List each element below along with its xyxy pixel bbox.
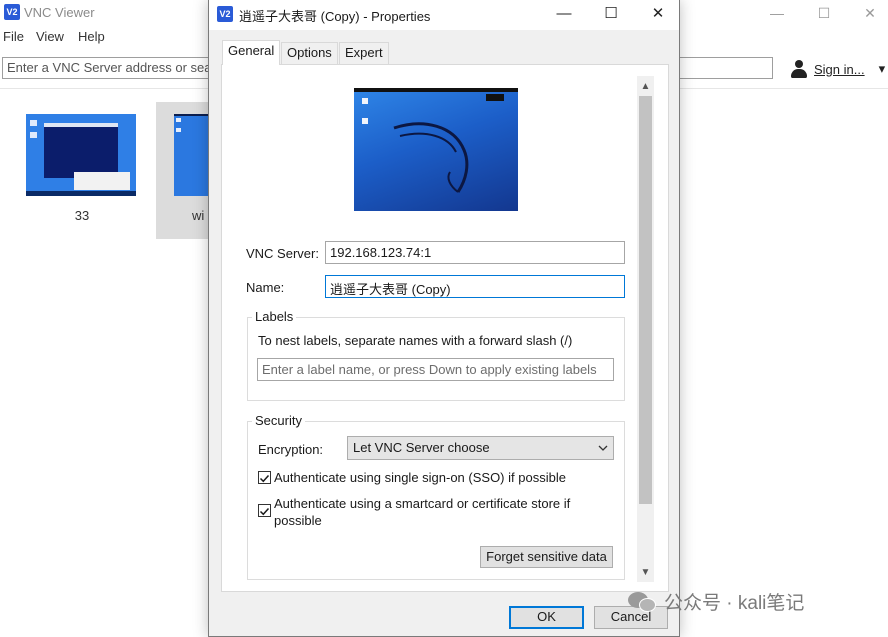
- sso-checkbox-label: Authenticate using single sign-on (SSO) …: [274, 470, 566, 485]
- scroll-up-icon[interactable]: ▲: [637, 78, 654, 95]
- chevron-down-icon: ▾: [878, 61, 886, 76]
- connection-card[interactable]: 33: [20, 104, 144, 234]
- desktop-screenshot-icon: [26, 114, 136, 196]
- desktop-preview-image: [354, 88, 518, 211]
- chevron-down-icon: [598, 445, 608, 451]
- kali-desktop-icon: [354, 88, 518, 193]
- name-label: Name:: [246, 280, 285, 295]
- vnc-server-label: VNC Server:: [246, 246, 319, 261]
- dialog-scrollbar[interactable]: ▲ ▼: [637, 76, 654, 582]
- ok-button[interactable]: OK: [509, 606, 584, 629]
- labels-hint: To nest labels, separate names with a fo…: [258, 333, 573, 348]
- close-icon[interactable]: ✕: [645, 3, 671, 25]
- maximize-icon[interactable]: ☐: [814, 3, 834, 23]
- connection-label: 33: [74, 208, 90, 223]
- vnc-logo-icon: V2: [217, 6, 233, 22]
- dialog-titlebar: V2 逍遥子大表哥 (Copy) - Properties — ☐ ✕: [209, 0, 679, 30]
- close-icon[interactable]: ✕: [860, 3, 880, 23]
- menu-help[interactable]: Help: [78, 29, 105, 44]
- checkmark-icon: [259, 474, 270, 483]
- sso-checkbox[interactable]: [258, 471, 271, 484]
- encryption-value: Let VNC Server choose: [353, 440, 490, 455]
- vnc-logo-icon: V2: [4, 4, 20, 20]
- minimize-icon[interactable]: —: [767, 3, 787, 23]
- connection-thumbnail: [26, 114, 136, 196]
- security-group-title: Security: [252, 413, 305, 428]
- smartcard-checkbox[interactable]: [258, 504, 271, 517]
- dialog-title: 逍遥子大表哥 (Copy) - Properties: [239, 9, 431, 24]
- scroll-thumb[interactable]: [639, 96, 652, 504]
- watermark: 公众号 · kali笔记: [628, 588, 804, 615]
- sign-in-label: Sign in...: [814, 61, 865, 77]
- sign-in-button[interactable]: Sign in... ▾: [790, 58, 885, 80]
- label-input[interactable]: Enter a label name, or press Down to app…: [257, 358, 614, 381]
- person-icon: [790, 60, 808, 78]
- name-input[interactable]: 逍遥子大表哥 (Copy): [325, 275, 625, 298]
- smartcard-checkbox-label: Authenticate using a smartcard or certif…: [274, 496, 571, 528]
- tab-expert[interactable]: Expert: [339, 42, 389, 64]
- labels-group-title: Labels: [252, 309, 297, 324]
- menu-view[interactable]: View: [36, 29, 64, 44]
- watermark-text: 公众号 · kali笔记: [664, 593, 805, 614]
- encryption-select[interactable]: Let VNC Server choose: [347, 436, 614, 460]
- scroll-down-icon[interactable]: ▼: [637, 564, 654, 581]
- forget-sensitive-data-button[interactable]: Forget sensitive data: [480, 546, 613, 568]
- maximize-icon[interactable]: ☐: [598, 3, 624, 25]
- checkmark-icon: [259, 507, 270, 516]
- encryption-label: Encryption:: [258, 442, 324, 457]
- wechat-icon: [628, 590, 658, 614]
- tab-options[interactable]: Options: [281, 42, 338, 64]
- menu-file[interactable]: File: [3, 29, 24, 44]
- minimize-icon[interactable]: —: [551, 3, 577, 25]
- connection-card-selected[interactable]: wi: [156, 102, 216, 239]
- vnc-server-input[interactable]: 192.168.123.74:1: [325, 241, 625, 264]
- tab-general[interactable]: General: [222, 40, 281, 65]
- viewer-title: VNC Viewer: [24, 5, 95, 20]
